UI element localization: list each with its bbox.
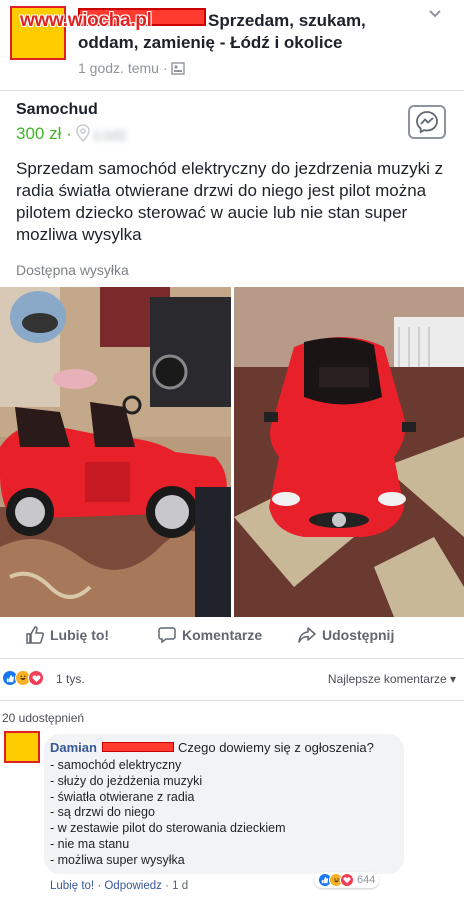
photo-car-side[interactable] <box>0 287 231 617</box>
reaction-summary[interactable] <box>2 670 44 686</box>
share-button[interactable]: Udostępnij <box>298 626 394 644</box>
comment-actions: Lubię to! · Odpowiedz · 1 d <box>50 880 189 892</box>
comment-line: - możliwa super wysyłka <box>50 852 185 867</box>
love-reaction-icon <box>340 873 354 887</box>
watermark: www.wiocha.pl <box>20 10 152 31</box>
shipping-info: Dostępna wysyłka <box>16 262 129 278</box>
divider <box>0 90 464 91</box>
like-button[interactable]: Lubię to! <box>26 626 109 644</box>
comment-list: - samochód elektryczny - służy do jeżdże… <box>50 758 286 869</box>
post-timestamp[interactable]: 1 godz. temu · <box>78 60 186 78</box>
timestamp-text[interactable]: 1 godz. temu · <box>78 60 168 76</box>
like-label[interactable]: Lubię to! <box>50 627 109 643</box>
thumbs-up-icon <box>26 626 44 644</box>
comment-like-link[interactable]: Lubię to! <box>50 880 94 892</box>
comment-sort-dropdown[interactable]: Najlepsze komentarze ▾ <box>328 672 456 686</box>
marketplace-post: www.wiocha.pl Sprzedam, szukam, oddam, z… <box>0 0 464 900</box>
commenter-avatar-redacted[interactable] <box>4 731 40 763</box>
reaction-count[interactable]: 1 tys. <box>56 672 85 686</box>
comment-label[interactable]: Komentarze <box>182 627 262 643</box>
comment-line: - światła otwierane z radia <box>50 789 195 804</box>
location-pin-icon <box>76 124 90 146</box>
listing-location: Łódź <box>76 124 127 146</box>
messenger-icon <box>416 111 438 134</box>
listing-price: 300 zł · <box>16 124 72 143</box>
divider <box>0 658 464 659</box>
comment-line: - samochód elektryczny <box>50 758 182 772</box>
audience-icon <box>171 62 186 78</box>
comment-line: - nie ma stanu <box>50 836 130 851</box>
comment-reaction-count: 644 <box>357 874 376 886</box>
share-count[interactable]: 20 udostępnień <box>2 711 84 725</box>
comment-time[interactable]: · 1 d <box>165 880 188 892</box>
share-label[interactable]: Udostępnij <box>322 627 394 643</box>
comment-reply-link[interactable]: Odpowiedz <box>104 880 162 892</box>
messenger-button[interactable] <box>408 105 446 139</box>
love-reaction-icon <box>28 670 44 686</box>
redacted-surname <box>102 742 174 752</box>
comment-author[interactable]: Damian <box>50 740 97 755</box>
share-arrow-icon <box>298 627 316 643</box>
location-text: Łódź <box>94 127 127 144</box>
comment-reactions[interactable]: 644 <box>314 872 380 888</box>
comment-button[interactable]: Komentarze <box>158 626 262 644</box>
comment-question: Czego dowiemy się z ogłoszenia? <box>178 740 374 755</box>
comment-line: - w zestawie pilot do sterowania dziecki… <box>50 821 286 836</box>
comment-line: - są drzwi do niego <box>50 805 155 820</box>
listing-title: Samochud <box>16 101 98 118</box>
divider <box>0 700 464 701</box>
listing-description: Sprzedam samochód elektryczny do jezdrze… <box>16 159 444 244</box>
chevron-down-icon[interactable] <box>428 6 442 22</box>
photo-car-front[interactable] <box>234 287 464 617</box>
comment-bubble-icon <box>158 627 176 644</box>
comment-line: - służy do jeżdżenia muzyki <box>50 773 203 788</box>
